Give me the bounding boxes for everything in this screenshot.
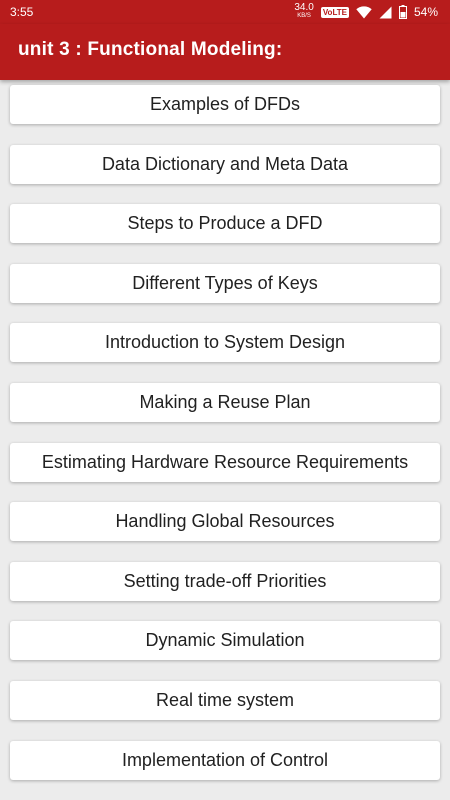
topic-button[interactable]: Introduction to System Design: [10, 323, 440, 363]
battery-percent: 54%: [413, 5, 438, 19]
signal-icon: [379, 6, 392, 19]
topic-button[interactable]: Steps to Produce a DFD: [10, 204, 440, 244]
topic-button[interactable]: Setting trade-off Priorities: [10, 561, 440, 601]
topic-button[interactable]: Estimating Hardware Resource Requirement…: [10, 442, 440, 482]
topic-button[interactable]: Different Types of Keys: [10, 263, 440, 303]
topic-button[interactable]: Implementation of Control: [10, 740, 440, 780]
topic-list: Examples of DFDs Data Dictionary and Met…: [10, 85, 440, 800]
topic-button[interactable]: Examples of DFDs: [10, 85, 440, 124]
network-speed-unit: KB/S: [297, 13, 311, 19]
battery-icon: [398, 5, 407, 19]
page-title: unit 3 : Functional Modeling:: [18, 39, 283, 60]
network-speed: 34.0 KB/S: [294, 3, 313, 21]
topic-button[interactable]: Handling Global Resources: [10, 502, 440, 542]
topic-button[interactable]: Data Dictionary and Meta Data: [10, 144, 440, 184]
topic-button[interactable]: Real time system: [10, 680, 440, 720]
status-time: 3:55: [10, 5, 34, 19]
status-bar: 3:55 34.0 KB/S VoLTE 54%: [0, 0, 450, 24]
status-icons: 34.0 KB/S VoLTE 54%: [294, 2, 438, 22]
volte-badge: VoLTE: [320, 6, 349, 18]
app-bar: unit 3 : Functional Modeling:: [0, 24, 450, 80]
topic-button[interactable]: Dynamic Simulation: [10, 621, 440, 661]
network-speed-value: 34.0: [294, 2, 314, 13]
topic-button[interactable]: Making a Reuse Plan: [10, 382, 440, 422]
wifi-icon: [356, 5, 372, 19]
